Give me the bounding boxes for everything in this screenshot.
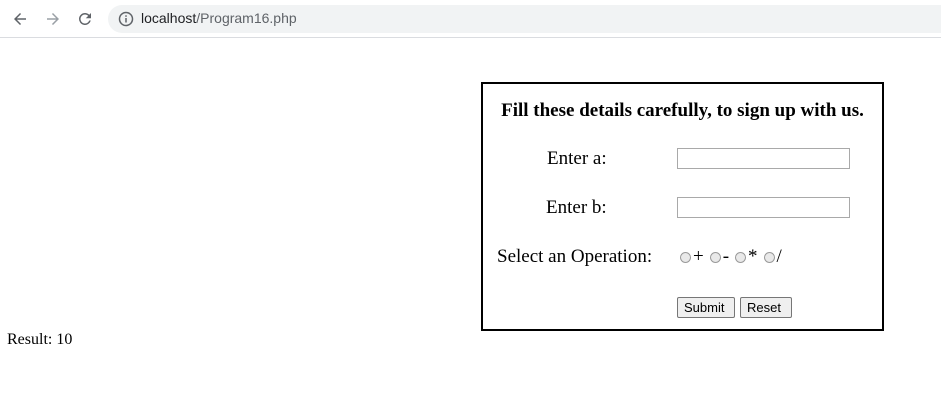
radio-add[interactable]	[680, 251, 691, 263]
back-arrow-icon[interactable]	[9, 8, 31, 30]
operation-radio-group: + - * /	[680, 246, 788, 268]
reload-icon[interactable]	[74, 8, 96, 30]
url-path: /Program16.php	[196, 10, 297, 26]
radio-divide[interactable]	[763, 251, 775, 263]
result-text: Result: 10	[7, 331, 73, 348]
operation-subtract-label: -	[722, 246, 730, 267]
info-icon[interactable]	[118, 11, 134, 27]
operation-divide-label: /	[776, 246, 782, 267]
label-select-operation: Select an Operation:	[497, 246, 653, 267]
submit-button[interactable]: Submit	[677, 297, 735, 318]
input-b[interactable]	[677, 197, 850, 218]
label-enter-a: Enter a:	[547, 148, 607, 169]
input-a[interactable]	[677, 148, 850, 169]
operation-divide[interactable]: /	[763, 246, 782, 268]
url-host: localhost	[141, 10, 197, 26]
operation-add-label: +	[693, 246, 704, 267]
signup-form: Fill these details carefully, to sign up…	[481, 82, 884, 331]
form-title: Fill these details carefully, to sign up…	[501, 100, 864, 121]
operation-subtract[interactable]: -	[709, 246, 730, 268]
radio-multiply[interactable]	[735, 251, 747, 263]
url-text: localhost/Program16.php	[141, 10, 297, 26]
operation-multiply-label: *	[748, 246, 758, 267]
operation-multiply[interactable]: *	[735, 246, 758, 268]
browser-toolbar: localhost/Program16.php	[0, 0, 941, 38]
address-bar[interactable]: localhost/Program16.php	[108, 5, 941, 33]
reset-button[interactable]: Reset	[740, 297, 792, 318]
radio-subtract[interactable]	[709, 251, 721, 263]
forward-arrow-icon[interactable]	[42, 8, 64, 30]
operation-add[interactable]: +	[680, 246, 704, 268]
label-enter-b: Enter b:	[546, 197, 607, 218]
